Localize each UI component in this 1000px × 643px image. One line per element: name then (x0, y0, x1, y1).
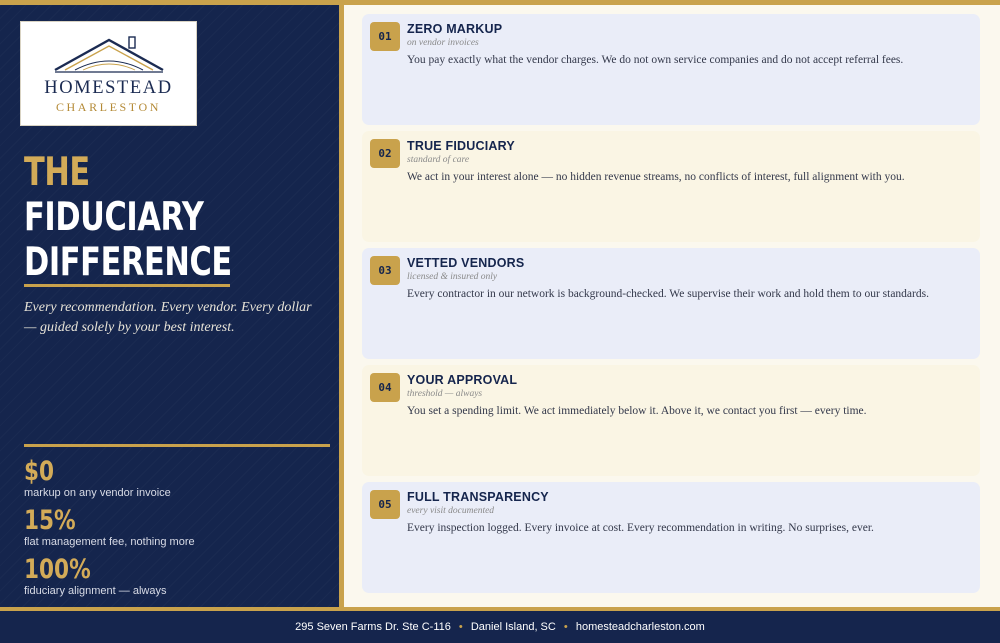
hero-tagline: Every recommendation. Every vendor. Ever… (24, 300, 312, 335)
card-subtitle: on vendor invoices (407, 38, 479, 48)
feature-card-true-fiduciary: 02 TRUE FIDUCIARY standard of care We ac… (362, 131, 980, 242)
card-subtitle: licensed & insured only (407, 272, 498, 282)
card-number-badge: 03 (370, 256, 400, 285)
card-number-badge: 01 (370, 22, 400, 51)
stat-fee: 15% flat management fee, nothing more (24, 506, 195, 549)
card-body: Every contractor in our network is backg… (407, 288, 929, 300)
card-title: FULL TRANSPARENCY (407, 490, 549, 504)
card-body: You set a spending limit. We act immedia… (407, 405, 867, 417)
card-title: YOUR APPROVAL (407, 373, 518, 387)
footer: 295 Seven Farms Dr. Ste C-116 • Daniel I… (0, 607, 1000, 643)
feature-card-your-approval: 04 YOUR APPROVAL threshold — always You … (362, 365, 980, 476)
feature-card-full-transparency: 05 FULL TRANSPARENCY every visit documen… (362, 482, 980, 593)
stat-label: fiduciary alignment — always (24, 585, 167, 597)
card-title: VETTED VENDORS (407, 256, 525, 270)
footer-location: Daniel Island, SC (470, 621, 556, 633)
stat-value: 15% (24, 505, 76, 536)
brand-logo: HOMESTEAD CHARLESTON (20, 21, 197, 126)
stats-divider (24, 444, 330, 447)
card-number-badge: 02 (370, 139, 400, 168)
card-subtitle: every visit documented (407, 506, 495, 516)
vertical-gold-divider (339, 5, 344, 607)
stat-alignment: 100% fiduciary alignment — always (24, 555, 166, 598)
stat-markup: $0 markup on any vendor invoice (24, 457, 171, 500)
title-underline (24, 284, 230, 287)
stat-label: flat management fee, nothing more (24, 536, 195, 548)
hero-title-line-1: THE (24, 150, 90, 195)
footer-separator: • (458, 621, 463, 633)
hero-title-line-2: FIDUCIARY (24, 195, 204, 240)
card-subtitle: standard of care (407, 155, 470, 165)
card-title: ZERO MARKUP (407, 22, 503, 36)
brand-name: HOMESTEAD (44, 78, 173, 98)
hero-title: THE FIDUCIARY DIFFERENCE (24, 150, 290, 285)
house-roof-icon (54, 36, 164, 73)
card-body: Every inspection logged. Every invoice a… (407, 522, 874, 534)
stat-label: markup on any vendor invoice (24, 487, 171, 499)
feature-card-zero-markup: 01 ZERO MARKUP on vendor invoices You pa… (362, 14, 980, 125)
footer-separator: • (563, 621, 568, 633)
brand-city: CHARLESTON (55, 100, 162, 114)
card-body: We act in your interest alone — no hidde… (407, 171, 905, 183)
card-body: You pay exactly what the vendor charges.… (407, 54, 904, 66)
card-number-badge: 04 (370, 373, 400, 402)
stat-value: 100% (24, 554, 91, 585)
card-title: TRUE FIDUCIARY (407, 139, 515, 153)
footer-website-link[interactable]: homesteadcharleston.com (576, 621, 705, 633)
card-number-badge: 05 (370, 490, 400, 519)
card-subtitle: threshold — always (407, 389, 483, 399)
stat-value: $0 (24, 456, 55, 487)
footer-address: 295 Seven Farms Dr. Ste C-116 (295, 621, 451, 633)
feature-card-vetted-vendors: 03 VETTED VENDORS licensed & insured onl… (362, 248, 980, 359)
hero-title-line-3: DIFFERENCE (24, 240, 232, 285)
